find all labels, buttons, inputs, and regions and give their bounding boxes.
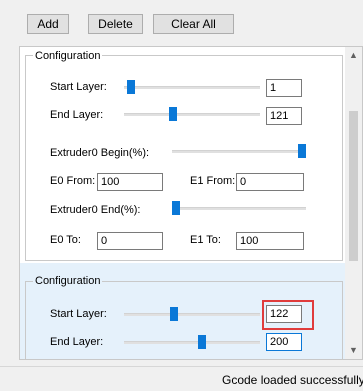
e0-to-label: E0 To: <box>50 234 81 246</box>
end-layer-slider[interactable] <box>124 335 260 351</box>
extruder0-begin-label: Extruder0 Begin(%): <box>50 147 150 159</box>
configuration-list-panel: Configuration Start Layer: 1 End Layer: … <box>19 46 363 360</box>
status-text: Gcode loaded successfully <box>222 373 363 387</box>
slider-thumb[interactable] <box>127 80 135 94</box>
e0-from-input[interactable]: 100 <box>97 173 163 191</box>
start-layer-input[interactable]: 1 <box>266 79 302 97</box>
group-title: Configuration <box>33 50 103 62</box>
add-button[interactable]: Add <box>27 14 69 34</box>
e1-to-label: E1 To: <box>190 234 221 246</box>
extruder0-end-label: Extruder0 End(%): <box>50 204 141 216</box>
vertical-scrollbar[interactable]: ▲ ▼ <box>345 47 362 359</box>
end-layer-input[interactable]: 200 <box>266 333 302 351</box>
extruder0-end-slider[interactable] <box>172 201 306 217</box>
start-layer-input[interactable]: 122 <box>266 305 302 323</box>
scrollbar-thumb[interactable] <box>349 111 358 261</box>
slider-thumb[interactable] <box>172 201 180 215</box>
clear-all-button[interactable]: Clear All <box>153 14 234 34</box>
status-bar: Gcode loaded successfully <box>0 366 363 391</box>
start-layer-label: Start Layer: <box>50 308 107 320</box>
end-layer-slider[interactable] <box>124 107 260 123</box>
slider-thumb[interactable] <box>198 335 206 349</box>
end-layer-input[interactable]: 121 <box>266 107 302 125</box>
e0-from-label: E0 From: <box>50 175 96 187</box>
e0-to-input[interactable]: 0 <box>97 232 163 250</box>
group-title: Configuration <box>33 275 103 287</box>
extruder0-begin-slider[interactable] <box>172 144 306 160</box>
scroll-up-icon[interactable]: ▲ <box>345 47 362 64</box>
configuration-group-2: Configuration Start Layer: 122 End Layer… <box>20 263 346 359</box>
end-layer-label: End Layer: <box>50 336 104 348</box>
end-layer-label: End Layer: <box>50 109 104 121</box>
delete-button[interactable]: Delete <box>88 14 143 34</box>
start-layer-slider[interactable] <box>124 307 260 323</box>
configuration-group-1: Configuration Start Layer: 1 End Layer: … <box>20 47 346 263</box>
start-layer-slider[interactable] <box>124 80 260 96</box>
e1-from-label: E1 From: <box>190 175 236 187</box>
e1-to-input[interactable]: 100 <box>236 232 304 250</box>
slider-thumb[interactable] <box>298 144 306 158</box>
slider-thumb[interactable] <box>169 107 177 121</box>
start-layer-label: Start Layer: <box>50 81 107 93</box>
slider-thumb[interactable] <box>170 307 178 321</box>
scroll-down-icon[interactable]: ▼ <box>345 342 362 359</box>
e1-from-input[interactable]: 0 <box>236 173 304 191</box>
